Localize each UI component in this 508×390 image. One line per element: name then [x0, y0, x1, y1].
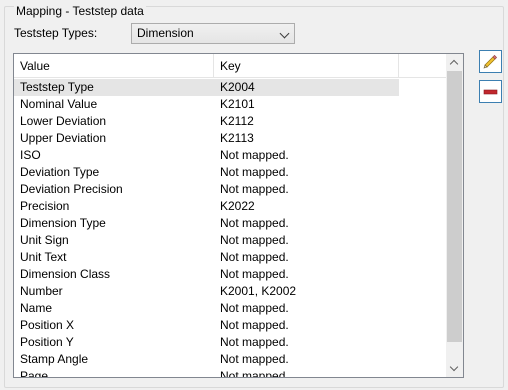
- cell-key: Not mapped.: [220, 318, 289, 332]
- cell-value: Dimension Class: [20, 267, 111, 281]
- cell-value: Dimension Type: [20, 216, 106, 230]
- cell-value: Teststep Type: [20, 80, 94, 94]
- cell-key: K2004: [220, 80, 255, 94]
- teststep-types-selected: Dimension: [137, 26, 194, 40]
- column-header-key[interactable]: Key: [214, 54, 399, 78]
- vertical-scrollbar[interactable]: [446, 54, 463, 377]
- cell-value: Deviation Type: [20, 165, 100, 179]
- cell-value: Position X: [20, 318, 75, 332]
- cell-key: Not mapped.: [220, 369, 289, 378]
- cell-key: Not mapped.: [220, 182, 289, 196]
- table-row[interactable]: Position Y Not mapped.: [14, 334, 399, 351]
- cell-value: Page: [20, 369, 49, 378]
- table-row[interactable]: Name Not mapped.: [14, 300, 399, 317]
- table-row[interactable]: Deviation Type Not mapped.: [14, 164, 399, 181]
- cell-value: Unit Sign: [20, 233, 69, 247]
- cell-key: Not mapped.: [220, 301, 289, 315]
- table-row[interactable]: Deviation Precision Not mapped.: [14, 181, 399, 198]
- groupbox-title: Mapping - Teststep data: [14, 4, 146, 18]
- cell-value: Stamp Angle: [20, 352, 89, 366]
- column-header-value[interactable]: Value: [14, 54, 214, 78]
- table-row[interactable]: Upper Deviation K2113: [14, 130, 399, 147]
- scroll-up-icon[interactable]: [446, 54, 463, 71]
- cell-value: Nominal Value: [20, 97, 98, 111]
- cell-key: Not mapped.: [220, 148, 289, 162]
- cell-value: Deviation Precision: [20, 182, 123, 196]
- cell-key: Not mapped.: [220, 216, 289, 230]
- table-row[interactable]: Lower Deviation K2112: [14, 113, 399, 130]
- table-body: Teststep Type K2004 Nominal Value K2101 Lowe…: [14, 79, 448, 377]
- cell-value: Position Y: [20, 335, 74, 349]
- cell-value: Upper Deviation: [20, 131, 107, 145]
- table-row[interactable]: Dimension Type Not mapped.: [14, 215, 399, 232]
- table-row[interactable]: Unit Text Not mapped.: [14, 249, 399, 266]
- cell-value: Unit Text: [20, 250, 67, 264]
- cell-key: K2112: [220, 114, 254, 128]
- table-row[interactable]: Precision K2022: [14, 198, 399, 215]
- cell-key: Not mapped.: [220, 250, 289, 264]
- table-row[interactable]: Stamp Angle Not mapped.: [14, 351, 399, 368]
- edit-button[interactable]: [479, 50, 502, 73]
- cell-key: K2001, K2002: [220, 284, 297, 298]
- remove-button[interactable]: [479, 80, 502, 103]
- table-row[interactable]: Page Not mapped.: [14, 368, 399, 378]
- cell-key: Not mapped.: [220, 335, 289, 349]
- table-row[interactable]: Dimension Class Not mapped.: [14, 266, 399, 283]
- table-row[interactable]: Nominal Value K2101: [14, 96, 399, 113]
- cell-key: Not mapped.: [220, 165, 289, 179]
- table-row[interactable]: ISO Not mapped.: [14, 147, 399, 164]
- table-row[interactable]: Position X Not mapped.: [14, 317, 399, 334]
- teststep-types-dropdown[interactable]: Dimension: [131, 23, 295, 44]
- cell-key: K2101: [220, 97, 255, 111]
- scroll-down-icon[interactable]: [446, 360, 463, 377]
- cell-value: Precision: [20, 199, 70, 213]
- table-row[interactable]: Unit Sign Not mapped.: [14, 232, 399, 249]
- cell-key: K2022: [220, 199, 255, 213]
- cell-value: Number: [20, 284, 63, 298]
- cell-key: Not mapped.: [220, 267, 289, 281]
- cell-value: ISO: [20, 148, 41, 162]
- cell-key: Not mapped.: [220, 233, 289, 247]
- mapping-table[interactable]: Value Key Teststep Type K2004 Nominal Valu…: [13, 53, 464, 378]
- teststep-types-label: Teststep Types:: [14, 26, 98, 40]
- table-row[interactable]: Number K2001, K2002: [14, 283, 399, 300]
- cell-value: Name: [20, 301, 53, 315]
- table-header: Value Key: [14, 54, 448, 78]
- cell-key: K2113: [220, 131, 254, 145]
- chevron-down-icon: [279, 28, 290, 39]
- cell-value: Lower Deviation: [20, 114, 107, 128]
- scrollbar-thumb[interactable]: [447, 71, 462, 342]
- cell-key: Not mapped.: [220, 352, 289, 366]
- table-row[interactable]: Teststep Type K2004: [14, 79, 399, 96]
